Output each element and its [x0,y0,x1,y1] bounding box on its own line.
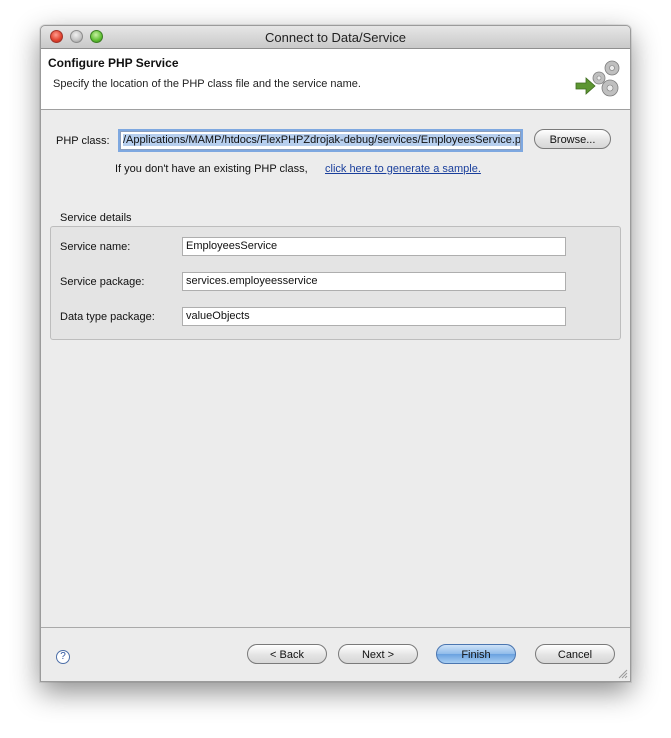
php-class-label: PHP class: [56,135,110,147]
service-details-group: Service name: EmployeesService Service p… [50,226,621,340]
data-type-package-label: Data type package: [60,311,155,323]
service-details-label: Service details [60,212,132,224]
wizard-header: Configure PHP Service Specify the locati… [41,49,630,110]
service-name-label: Service name: [60,241,131,253]
next-button[interactable]: Next > [338,644,418,664]
php-class-input[interactable]: /Applications/MAMP/htdocs/FlexPHPZdrojak… [118,129,523,152]
data-type-package-field[interactable]: valueObjects [182,307,566,326]
service-package-field[interactable]: services.employeesservice [182,272,566,291]
finish-button[interactable]: Finish [436,644,516,664]
resize-grip-icon[interactable] [618,669,628,679]
footer-separator [41,627,630,628]
page-description: Specify the location of the PHP class fi… [53,78,361,90]
service-gears-icon [575,60,620,97]
back-button[interactable]: < Back [247,644,327,664]
generate-sample-link[interactable]: click here to generate a sample. [325,163,481,175]
browse-button[interactable]: Browse... [534,129,611,149]
sample-hint-text: If you don't have an existing PHP class, [115,163,308,175]
help-icon[interactable]: ? [56,650,70,664]
title-bar[interactable]: Connect to Data/Service [41,26,630,49]
service-package-label: Service package: [60,276,145,288]
service-name-field[interactable]: EmployeesService [182,237,566,256]
php-class-value: /Applications/MAMP/htdocs/FlexPHPZdrojak… [123,134,520,146]
page-title: Configure PHP Service [48,56,179,70]
cancel-button[interactable]: Cancel [535,644,615,664]
window-title: Connect to Data/Service [265,30,406,45]
dialog-window: Connect to Data/Service Configure PHP Se… [40,25,631,682]
